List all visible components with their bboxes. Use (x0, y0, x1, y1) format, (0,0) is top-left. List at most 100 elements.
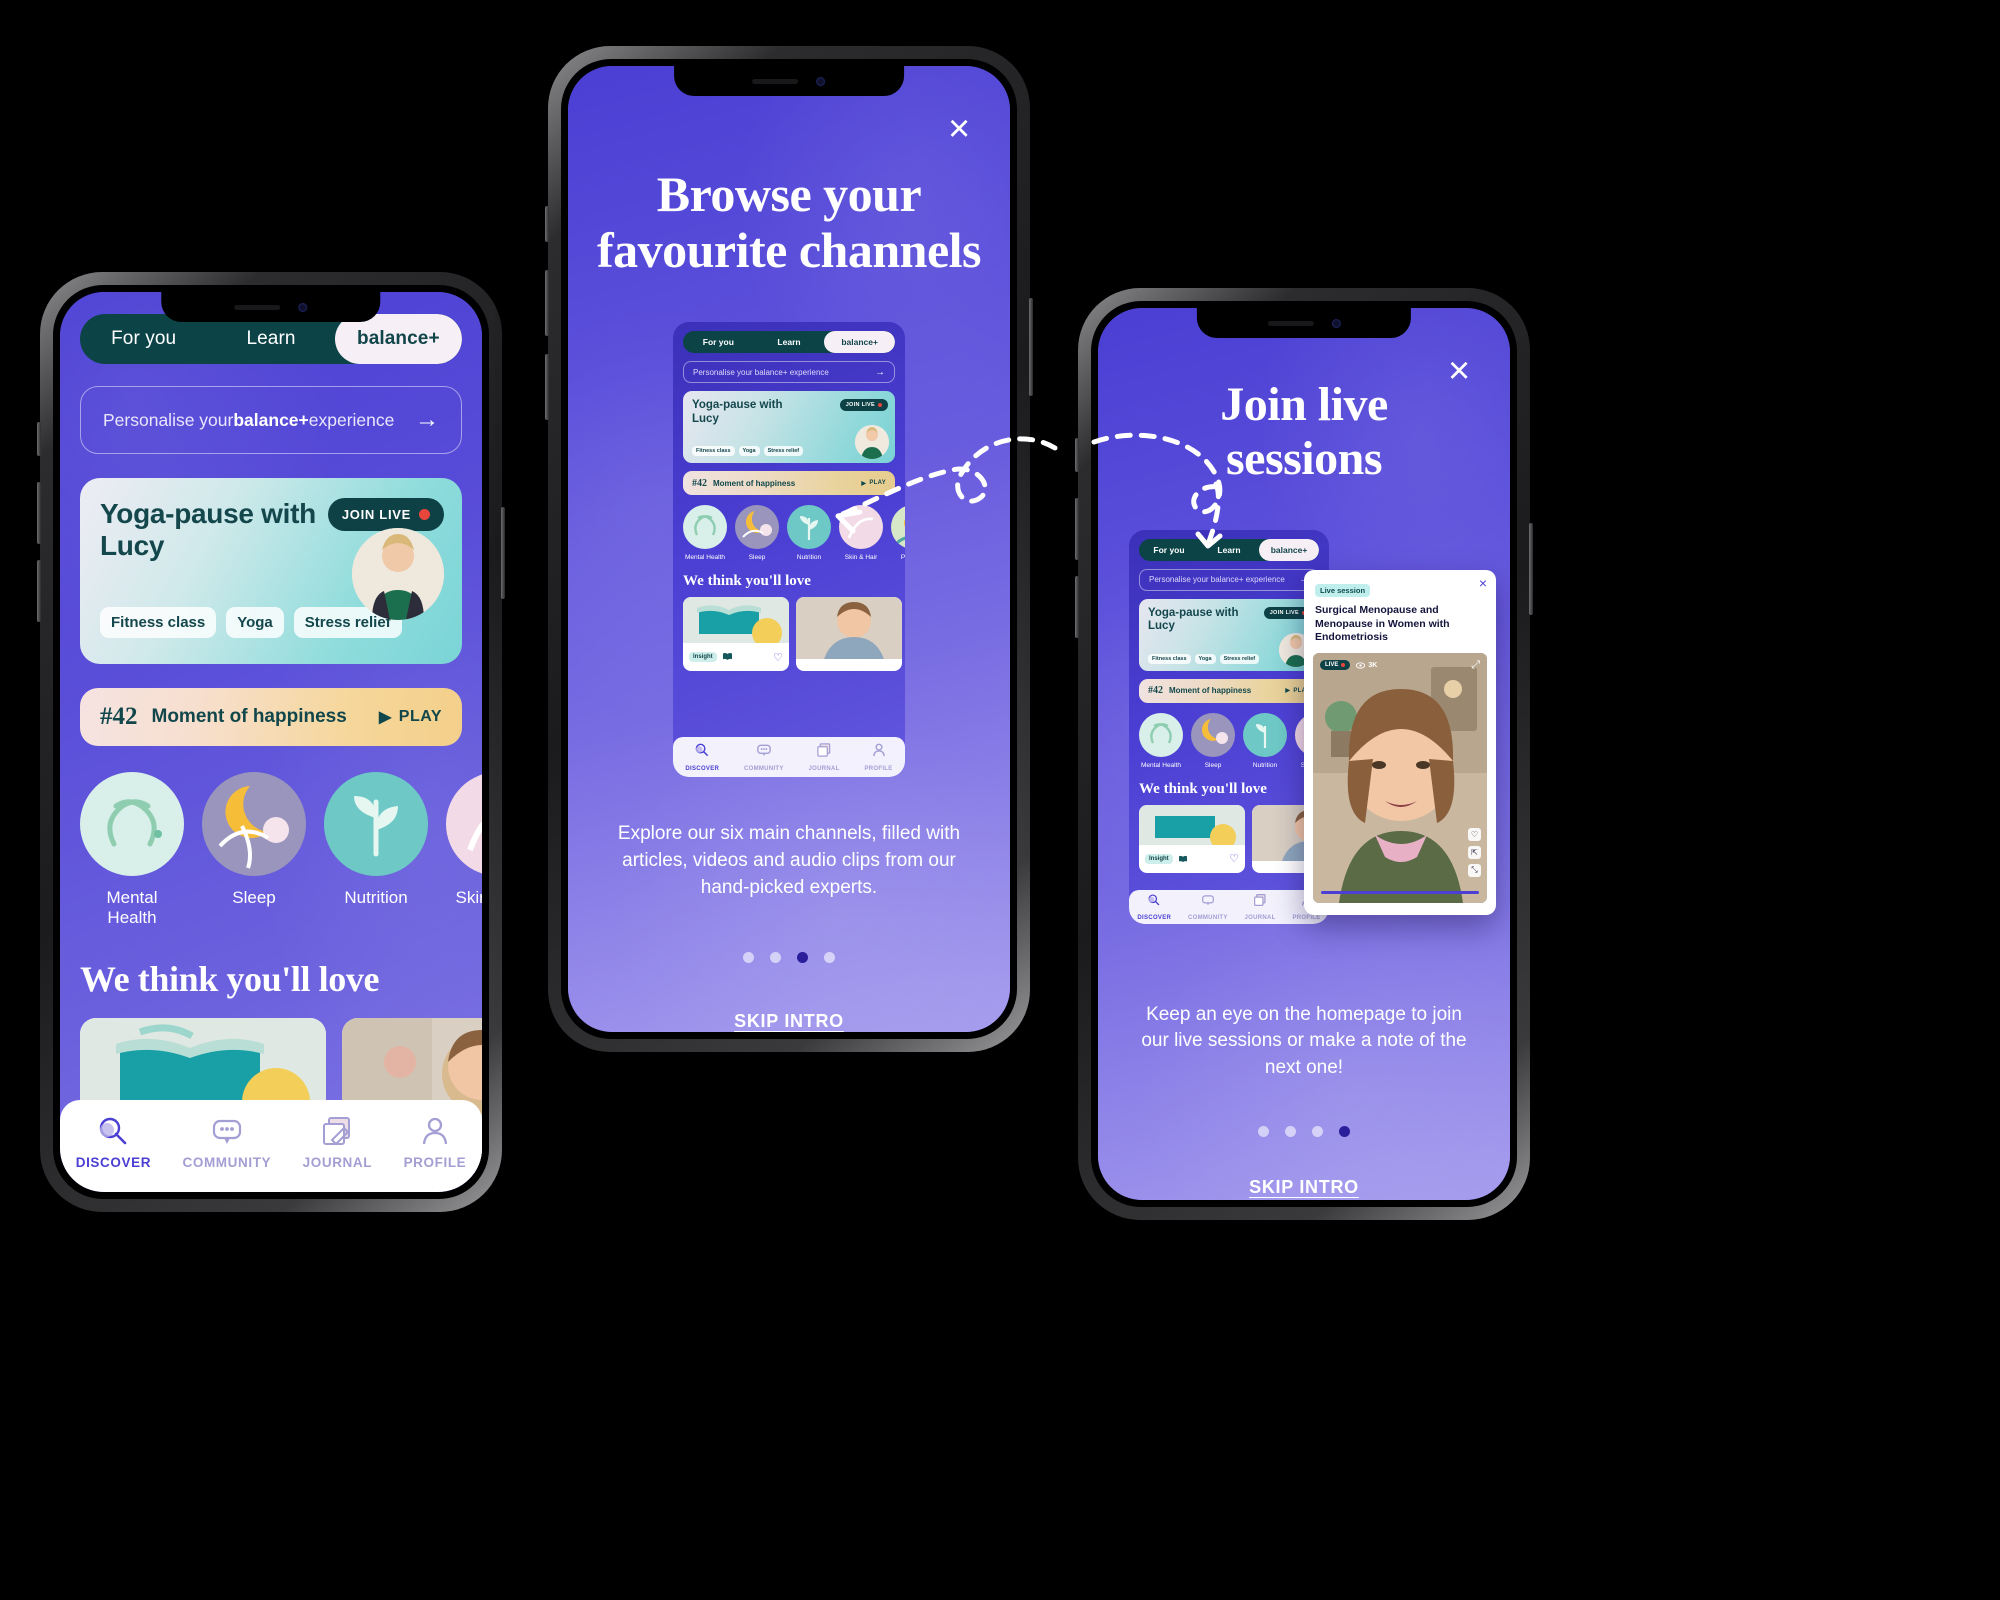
leaf-icon (324, 772, 428, 876)
preview-nav-label: PROFILE (1292, 914, 1321, 921)
dot-2[interactable] (1285, 1126, 1296, 1138)
personalise-banner[interactable]: Personalise your balance+ experience → (80, 386, 462, 454)
onboarding-title: Browse your favourite channels (597, 166, 982, 278)
dot-3-active[interactable] (797, 952, 808, 963)
preview-tag-2: Yoga (1194, 653, 1216, 664)
onboarding-content: × Browse your favourite channels For you… (568, 66, 1010, 1032)
dot-4-active[interactable] (1339, 1126, 1350, 1138)
preview-card-video (796, 597, 902, 671)
channel-mental-health[interactable]: Mental Health (80, 772, 184, 928)
channel-skin-hair[interactable]: Skin & Hair (446, 772, 482, 928)
book-icon (722, 648, 733, 666)
onboarding-live-pagination-dots[interactable] (1258, 1126, 1350, 1138)
dot-2[interactable] (770, 952, 781, 963)
presenter-video-frame (1313, 652, 1487, 903)
bottom-navigation[interactable]: DISCOVER COMMUNITY JOURNAL PROFILE (60, 1100, 482, 1192)
nav-label: JOURNAL (302, 1155, 373, 1170)
nav-discover[interactable]: DISCOVER (76, 1114, 151, 1172)
nav-label: DISCOVER (75, 1155, 152, 1170)
book-illustration (1139, 804, 1245, 845)
video-top-controls[interactable]: LIVE 3K ⤢ (1320, 659, 1480, 672)
preview-bottom-nav: DISCOVER COMMUNITY JOURNAL PROFILE (1129, 889, 1329, 924)
phone2-power-button (1029, 298, 1033, 396)
preview-channel-label: Physical (900, 554, 905, 561)
video-thumbnail (796, 597, 902, 659)
preview-tag-3: Stress relief (1219, 653, 1260, 664)
preview-channel-mental-health: Mental Health (1139, 712, 1183, 769)
close-icon[interactable]: × (948, 110, 982, 148)
close-icon[interactable]: × (1448, 352, 1482, 390)
dot-3[interactable] (1312, 1126, 1323, 1138)
earpiece-speaker (1267, 320, 1314, 326)
book-illustration (683, 597, 789, 643)
preview-section-title: We think you'll love (1139, 780, 1267, 797)
channel-nutrition[interactable]: Nutrition (324, 772, 428, 928)
preview-channel-nutrition: Nutrition (1243, 712, 1287, 769)
moon-icon (735, 505, 779, 549)
skin-icon (839, 505, 883, 549)
preview-channel-physical: Physical (891, 505, 905, 561)
channel-sleep[interactable]: Sleep (202, 772, 306, 928)
expand-icon[interactable]: ⤢ (1471, 659, 1480, 672)
journal-icon (816, 743, 832, 762)
live-class-title: Yoga-pause with Lucy (100, 498, 316, 562)
skip-intro-link[interactable]: SKIP INTRO (734, 1011, 844, 1032)
close-icon[interactable]: × (1479, 576, 1487, 590)
phone1-volume-down-button (37, 560, 41, 622)
personalise-brand: balance+ (233, 409, 309, 430)
live-session-video[interactable]: LIVE 3K ⤢ ♡ ⇱ ⤡ (1313, 652, 1487, 903)
heart-reaction-icon[interactable]: ♡ (1468, 827, 1481, 841)
preview-join-label: JOIN LIVE (845, 402, 875, 408)
arrow-right-icon[interactable]: → (415, 406, 439, 434)
play-icon: ▶ (378, 709, 392, 726)
brain-icon (683, 505, 727, 549)
nav-profile[interactable]: PROFILE (404, 1114, 467, 1172)
dot-1[interactable] (743, 952, 754, 963)
home-scroll-area[interactable]: For you Learn balance+ Personalise your … (60, 292, 482, 1192)
live-session-popup[interactable]: Live session × Surgical Menopause and Me… (1304, 570, 1496, 915)
preview-moment-number: #42 (1148, 685, 1163, 696)
phone1-mute-button (37, 422, 41, 456)
home-screen: For you Learn balance+ Personalise your … (60, 292, 482, 1192)
share-icon[interactable]: ⇱ (1468, 845, 1481, 859)
chat-icon (756, 744, 772, 762)
channel-label: Mental Health (106, 888, 158, 927)
heart-icon: ♡ (773, 651, 783, 664)
channel-carousel[interactable]: Mental Health Sleep Nutrition Ski (80, 772, 482, 928)
arrow-right-icon: → (875, 366, 885, 378)
fullscreen-icon[interactable]: ⤡ (1468, 863, 1481, 877)
preview-tag-2: Yoga (738, 446, 760, 456)
onboarding-pagination-dots[interactable] (743, 952, 835, 963)
journal-icon (1253, 893, 1267, 911)
instructor-avatar (352, 528, 444, 620)
live-class-card[interactable]: Yoga-pause with Lucy JOIN LIVE Fitness c… (80, 478, 462, 664)
preview-join-label: JOIN LIVE (1269, 609, 1299, 616)
dot-4[interactable] (824, 952, 835, 963)
nav-journal[interactable]: JOURNAL (303, 1114, 372, 1172)
join-live-button[interactable]: JOIN LIVE (327, 498, 444, 531)
live-dot-icon (1341, 663, 1346, 668)
app-preview-thumbnail-live: For you Learn balance+ Personalise your … (1129, 529, 1329, 924)
moment-play-button[interactable]: ▶ PLAY (379, 707, 442, 727)
chat-icon (183, 1114, 272, 1148)
preview-tags: Fitness class Yoga Stress relief (692, 446, 804, 456)
tag-fitness-class[interactable]: Fitness class (100, 606, 217, 638)
phone2-volume-down-button (545, 354, 549, 420)
moon-icon (202, 772, 306, 876)
preview-channel-label: Nutrition (796, 554, 822, 561)
phone-mockup-onboarding-live: × Join live sessions For you Learn balan… (1075, 288, 1533, 1220)
chip-insight: Insight (1145, 853, 1173, 864)
preview-live-card: Yoga-pause with Lucy JOIN LIVE Fitness c… (1139, 598, 1319, 671)
video-progress-bar[interactable] (1321, 890, 1479, 894)
skip-intro-link-live[interactable]: SKIP INTRO (1249, 1177, 1359, 1198)
preview-tab-for-you: For you (702, 337, 734, 347)
onboarding-live-title-line1: Join live (1220, 378, 1388, 431)
onboarding-live-body-text: Keep an eye on the homepage to join our … (1141, 1003, 1467, 1079)
nav-community[interactable]: COMMUNITY (183, 1114, 272, 1172)
preview-card-meta: Insight ♡ (683, 643, 789, 671)
preview-channel-row: Mental Health Sleep Nutrition (1139, 712, 1329, 769)
video-side-controls[interactable]: ♡ ⇱ ⤡ (1468, 827, 1481, 877)
tag-yoga[interactable]: Yoga (226, 606, 284, 638)
dot-1[interactable] (1258, 1126, 1269, 1138)
moment-of-happiness-bar[interactable]: #42 Moment of happiness ▶ PLAY (80, 688, 462, 746)
